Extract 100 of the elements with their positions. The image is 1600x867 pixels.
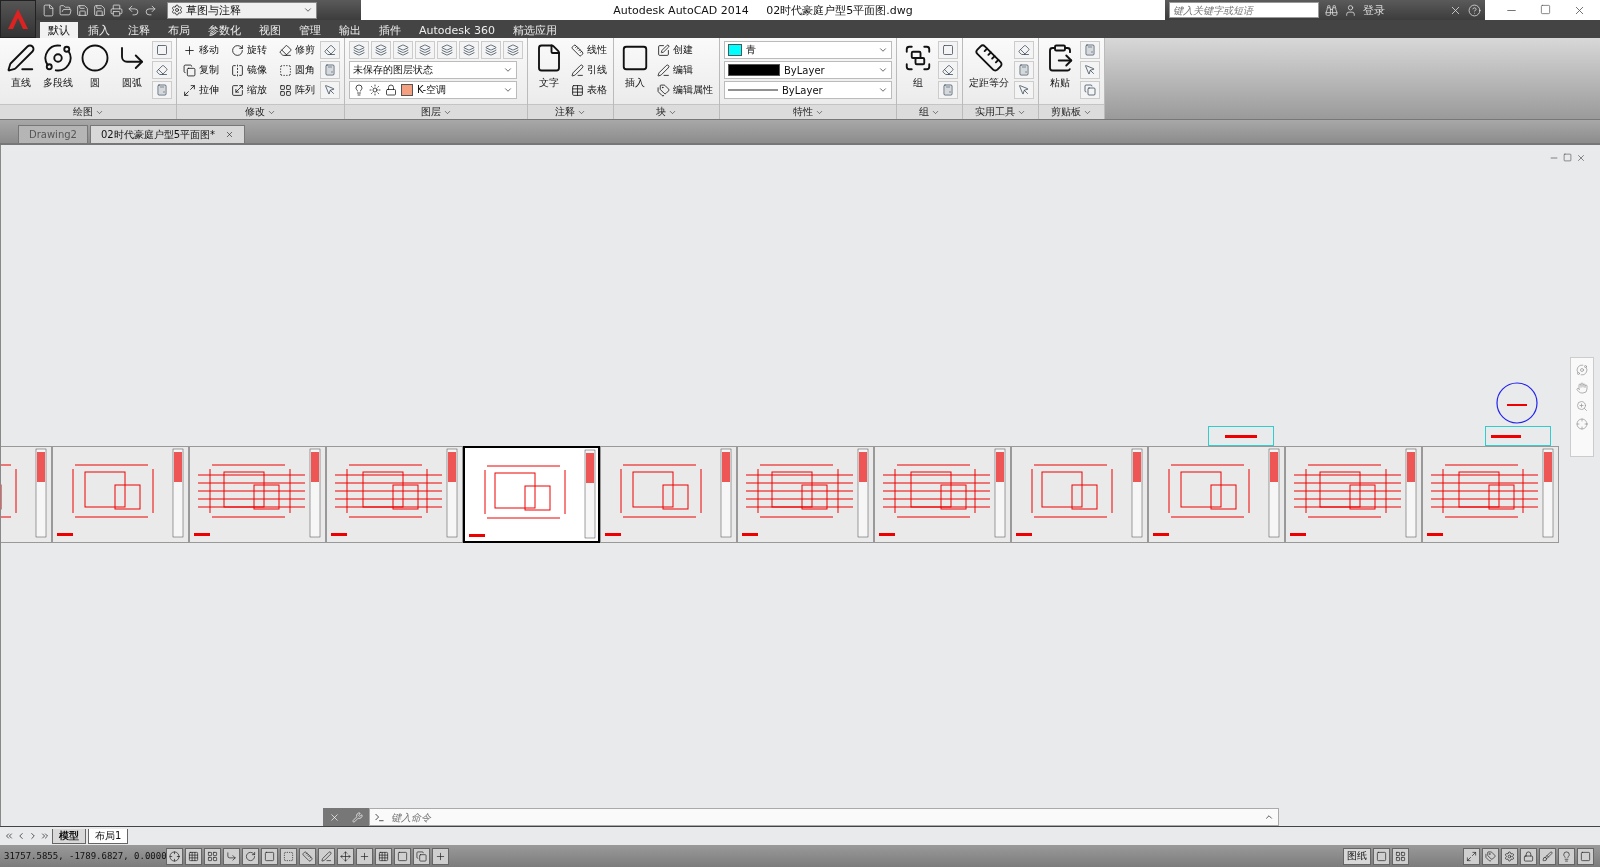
status-toggle[interactable]: [1577, 847, 1594, 865]
tool-button[interactable]: [1080, 41, 1100, 59]
tool-button[interactable]: [1080, 61, 1100, 79]
ribbon-button[interactable]: 修剪: [277, 41, 317, 59]
tool-button[interactable]: [152, 81, 172, 99]
tool-button[interactable]: [152, 61, 172, 79]
ribbon-button[interactable]: 粘贴: [1043, 41, 1077, 92]
ribbon-tab[interactable]: 插件: [371, 22, 409, 38]
status-toggle[interactable]: [1520, 847, 1537, 865]
ribbon-tab[interactable]: 参数化: [200, 22, 249, 38]
help-icon[interactable]: [1468, 3, 1481, 17]
command-input[interactable]: 键入命令: [389, 810, 1260, 824]
ribbon-button[interactable]: 复制: [181, 61, 221, 79]
ribbon-button[interactable]: 线性: [569, 41, 609, 59]
dropdown[interactable]: ByLayer: [724, 61, 892, 79]
maximize-icon[interactable]: [1540, 3, 1551, 15]
first-icon[interactable]: [4, 831, 14, 841]
folder-icon[interactable]: [59, 3, 72, 17]
layer-tool-button[interactable]: [437, 41, 457, 59]
tool-button[interactable]: [320, 41, 340, 59]
ribbon-button[interactable]: 直线: [4, 41, 38, 92]
ribbon-button[interactable]: 多段线: [41, 41, 75, 92]
ribbon-button[interactable]: 圆角: [277, 61, 317, 79]
close-icon[interactable]: [329, 811, 340, 823]
dropdown[interactable]: ByLayer: [724, 81, 892, 99]
workspace-dropdown[interactable]: 草图与注释: [167, 1, 317, 19]
application-menu-button[interactable]: [0, 0, 36, 38]
new-file-icon[interactable]: [42, 3, 55, 17]
ribbon-tab[interactable]: 管理: [291, 22, 329, 38]
ribbon-button[interactable]: 组: [901, 41, 935, 92]
status-toggle[interactable]: [223, 847, 240, 865]
ribbon-tab[interactable]: 插入: [80, 22, 118, 38]
panel-title[interactable]: 组: [897, 104, 962, 119]
panel-title[interactable]: 特性: [720, 104, 896, 119]
ribbon-button[interactable]: 表格: [569, 81, 609, 99]
tool-button[interactable]: [1014, 61, 1034, 79]
user-icon[interactable]: [1344, 3, 1357, 17]
tool-button[interactable]: [1080, 81, 1100, 99]
panel-title[interactable]: 图层: [345, 104, 527, 119]
ribbon-tab[interactable]: 注释: [120, 22, 158, 38]
status-toggle[interactable]: [1373, 847, 1390, 865]
close-icon[interactable]: [1576, 153, 1586, 163]
ribbon-button[interactable]: 创建: [655, 41, 715, 59]
status-toggle[interactable]: [204, 847, 221, 865]
panel-title[interactable]: 修改: [177, 104, 344, 119]
print-icon[interactable]: [110, 3, 123, 17]
dropdown[interactable]: K-空调: [349, 81, 517, 99]
ribbon-button[interactable]: 编辑: [655, 61, 715, 79]
status-toggle[interactable]: [1463, 847, 1480, 865]
tool-button[interactable]: [152, 41, 172, 59]
dropdown[interactable]: 未保存的图层状态: [349, 61, 517, 79]
sign-in-link[interactable]: 登录: [1363, 2, 1385, 18]
ribbon-tab[interactable]: 默认: [40, 22, 78, 38]
status-toggle[interactable]: [261, 847, 278, 865]
status-toggle[interactable]: [1392, 847, 1409, 865]
tool-button[interactable]: [938, 61, 958, 79]
ribbon-button[interactable]: 移动: [181, 41, 221, 59]
document-tab[interactable]: 02时代豪庭户型5平面图*: [89, 125, 246, 143]
ribbon-button[interactable]: 旋转: [229, 41, 269, 59]
panel-title[interactable]: 绘图: [0, 104, 176, 119]
ribbon-tab[interactable]: Autodesk 360: [411, 22, 503, 38]
tool-button[interactable]: [1014, 81, 1034, 99]
panel-title[interactable]: 注释: [528, 104, 613, 119]
ribbon-button[interactable]: 缩放: [229, 81, 269, 99]
ribbon-tab[interactable]: 视图: [251, 22, 289, 38]
binoculars-icon[interactable]: [1325, 3, 1338, 17]
status-toggle[interactable]: [1539, 847, 1556, 865]
tool-button[interactable]: [938, 81, 958, 99]
status-toggle[interactable]: [375, 847, 392, 865]
layer-tool-button[interactable]: [503, 41, 523, 59]
layer-tool-button[interactable]: [415, 41, 435, 59]
status-toggle[interactable]: [394, 847, 411, 865]
ribbon-button[interactable]: 编辑属性: [655, 81, 715, 99]
panel-title[interactable]: 剪贴板: [1039, 104, 1104, 119]
ribbon-button[interactable]: 定距等分: [967, 41, 1011, 92]
status-toggle[interactable]: [166, 847, 183, 865]
undo-icon[interactable]: [127, 3, 140, 17]
next-icon[interactable]: [28, 831, 38, 841]
ribbon-button[interactable]: 镜像: [229, 61, 269, 79]
status-toggle[interactable]: [1501, 847, 1518, 865]
status-toggle[interactable]: [1558, 847, 1575, 865]
dropdown[interactable]: 青: [724, 41, 892, 59]
search-field[interactable]: 键入关键字或短语: [1169, 2, 1319, 18]
ribbon-tab[interactable]: 输出: [331, 22, 369, 38]
status-toggle[interactable]: [432, 847, 449, 865]
layout-tab[interactable]: 布局1: [88, 828, 129, 844]
tool-button[interactable]: [320, 81, 340, 99]
ribbon-button[interactable]: 圆: [78, 41, 112, 92]
last-icon[interactable]: [40, 831, 50, 841]
orbit-icon[interactable]: [1576, 364, 1588, 376]
ribbon-button[interactable]: 阵列: [277, 81, 317, 99]
layer-tool-button[interactable]: [481, 41, 501, 59]
ribbon-button[interactable]: 圆弧: [115, 41, 149, 92]
redo-icon[interactable]: [144, 3, 157, 17]
previous-icon[interactable]: [16, 831, 26, 841]
wrench-icon[interactable]: [352, 811, 363, 823]
status-toggle[interactable]: [299, 847, 316, 865]
layer-tool-button[interactable]: [349, 41, 369, 59]
save-icon[interactable]: [76, 3, 89, 17]
status-toggle[interactable]: [185, 847, 202, 865]
